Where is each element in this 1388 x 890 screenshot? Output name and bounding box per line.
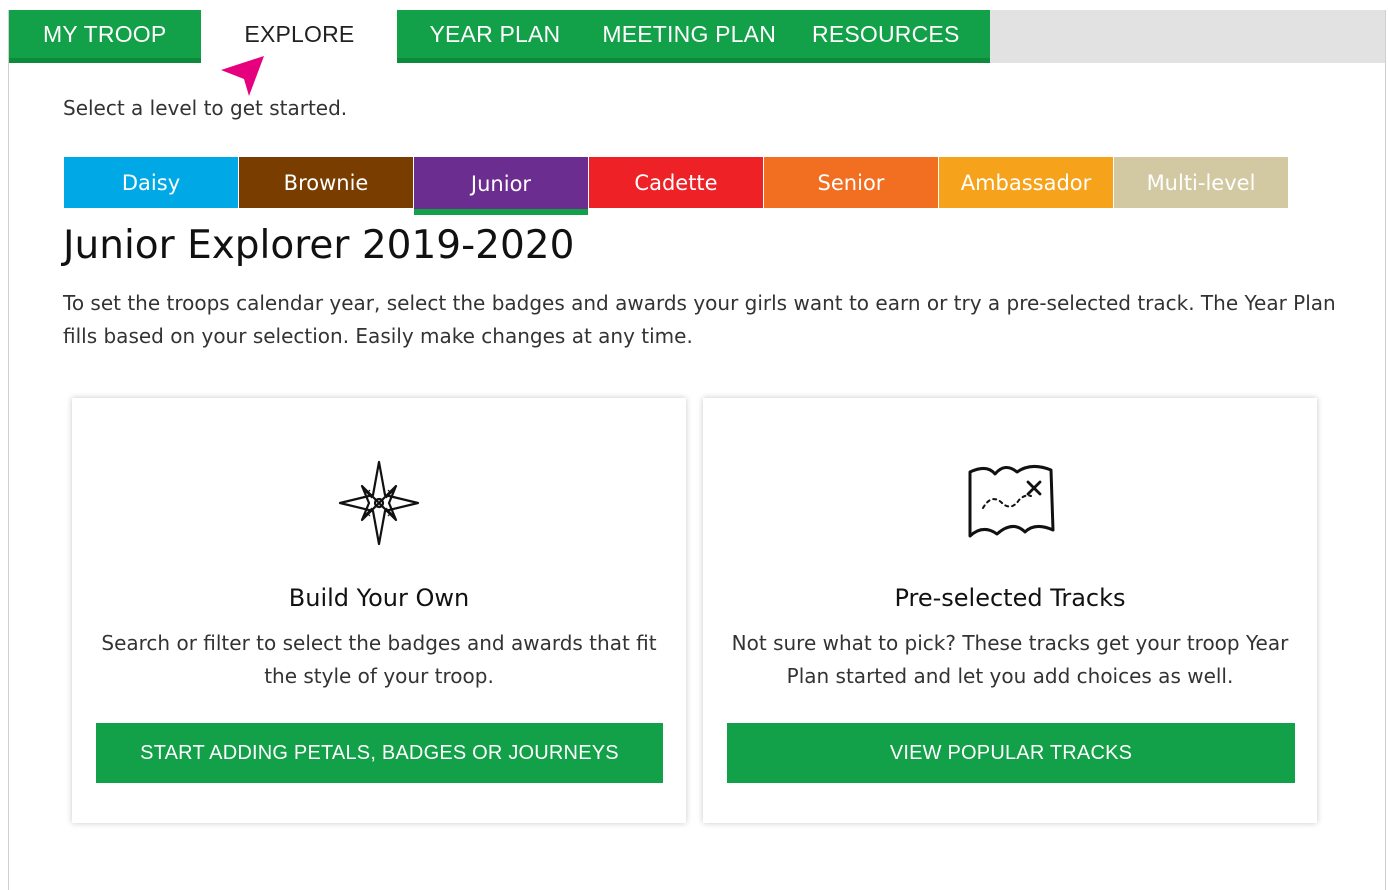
level-label: Ambassador — [960, 170, 1092, 195]
compass-star-icon — [338, 460, 420, 546]
level-tab-ambassador[interactable]: Ambassador — [939, 157, 1113, 208]
level-label: Multi-level — [1146, 170, 1256, 195]
level-label: Brownie — [283, 170, 369, 195]
level-tab-junior[interactable]: Junior — [414, 157, 588, 215]
top-navigation: MY TROOP EXPLORE YEAR PLAN MEETING PLAN … — [9, 10, 1385, 63]
nav-tab-bar: MY TROOP EXPLORE YEAR PLAN MEETING PLAN … — [9, 10, 990, 63]
tab-my-troop[interactable]: MY TROOP — [9, 10, 201, 58]
level-label: Daisy — [121, 170, 181, 195]
intro-text: Select a level to get started. — [63, 96, 348, 120]
view-popular-tracks-button[interactable]: VIEW POPULAR TRACKS — [727, 723, 1295, 783]
cursor-pointer-icon — [221, 56, 264, 96]
card-text: Not sure what to pick? These tracks get … — [731, 631, 1289, 688]
treasure-map-icon — [968, 465, 1055, 538]
tab-year-plan[interactable]: YEAR PLAN — [397, 10, 581, 58]
level-label: Senior — [817, 170, 885, 195]
page-description: To set the troops calendar year, select … — [63, 291, 1336, 348]
app-frame: MY TROOP EXPLORE YEAR PLAN MEETING PLAN … — [8, 10, 1386, 890]
level-tab-senior[interactable]: Senior — [764, 157, 938, 208]
pre-selected-tracks-card: Pre-selected Tracks Not sure what to pic… — [703, 398, 1317, 823]
level-label: Junior — [470, 172, 532, 196]
level-tab-multi-level[interactable]: Multi-level — [1114, 157, 1288, 208]
tab-resources[interactable]: RESOURCES — [794, 10, 960, 58]
level-tab-brownie[interactable]: Brownie — [239, 157, 413, 208]
card-title: Pre-selected Tracks — [894, 584, 1126, 612]
level-label: Cadette — [634, 170, 718, 195]
tab-meeting-plan[interactable]: MEETING PLAN — [581, 10, 794, 58]
page-title: Junior Explorer 2019-2020 — [63, 223, 575, 268]
card-text: Search or filter to select the badges an… — [101, 631, 657, 688]
build-your-own-card: Build Your Own Search or filter to selec… — [72, 398, 686, 823]
level-tab-cadette[interactable]: Cadette — [589, 157, 763, 208]
level-tab-daisy[interactable]: Daisy — [64, 157, 238, 208]
card-title: Build Your Own — [288, 584, 470, 612]
start-adding-button[interactable]: START ADDING PETALS, BADGES OR JOURNEYS — [96, 723, 663, 783]
level-selector: Daisy Brownie Junior Cadette Senior Amba… — [64, 157, 1289, 215]
